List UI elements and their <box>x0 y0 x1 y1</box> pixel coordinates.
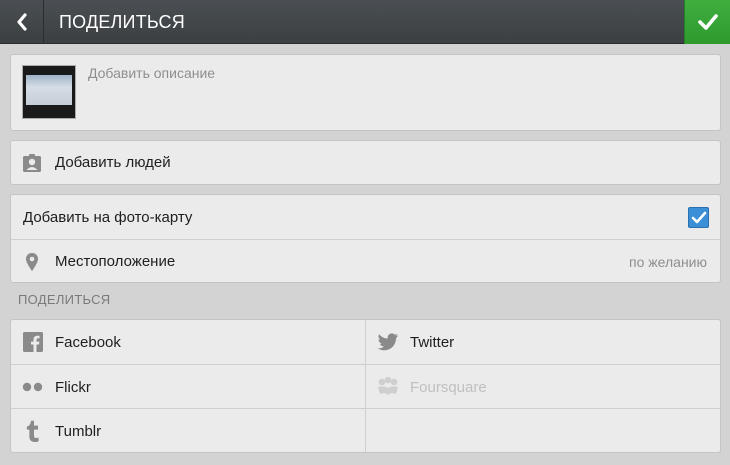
back-button[interactable] <box>0 0 44 44</box>
share-section-title: ПОДЕЛИТЬСЯ <box>18 292 111 307</box>
description-input[interactable]: Добавить описание <box>88 65 215 81</box>
tumblr-label: Tumblr <box>55 422 102 440</box>
location-hint: по желанию <box>629 253 707 270</box>
twitter-label: Twitter <box>410 333 455 351</box>
share-flickr[interactable]: Flickr <box>11 365 365 409</box>
photo-map-card: Добавить на фото-карту Местоположение по… <box>10 194 721 283</box>
add-people-label: Добавить людей <box>55 154 171 171</box>
top-bar: ПОДЕЛИТЬСЯ <box>0 0 730 44</box>
share-tumblr[interactable]: Tumblr <box>11 409 365 453</box>
add-people-card[interactable]: Добавить людей <box>10 140 721 185</box>
facebook-icon <box>22 331 44 353</box>
location-row[interactable]: Местоположение по желанию <box>11 240 720 283</box>
flickr-label: Flickr <box>55 378 91 396</box>
photo-thumbnail <box>22 65 76 119</box>
share-foursquare[interactable]: Foursquare <box>366 365 720 409</box>
share-facebook[interactable]: Facebook <box>11 320 365 364</box>
flickr-icon <box>22 376 44 398</box>
photo-map-checkbox[interactable] <box>688 207 709 228</box>
photo-map-row[interactable]: Добавить на фото-карту <box>11 195 720 239</box>
foursquare-icon <box>377 376 399 398</box>
photo-map-label: Добавить на фото-карту <box>23 208 193 226</box>
foursquare-label: Foursquare <box>410 378 487 396</box>
chevron-left-icon <box>16 13 27 31</box>
done-button[interactable] <box>684 0 730 44</box>
tumblr-icon <box>22 420 44 442</box>
map-pin-icon <box>21 251 43 273</box>
person-tag-icon <box>21 152 43 174</box>
twitter-icon <box>377 331 399 353</box>
share-twitter[interactable]: Twitter <box>366 320 720 364</box>
page-title: ПОДЕЛИТЬСЯ <box>59 12 185 32</box>
location-label: Местоположение <box>55 253 176 270</box>
facebook-label: Facebook <box>55 333 121 351</box>
description-card[interactable]: Добавить описание <box>10 54 721 131</box>
checkmark-icon <box>691 211 706 223</box>
checkmark-icon <box>697 14 718 30</box>
share-grid: Facebook Twitter Flickr Foursquare Tumbl… <box>10 319 721 453</box>
